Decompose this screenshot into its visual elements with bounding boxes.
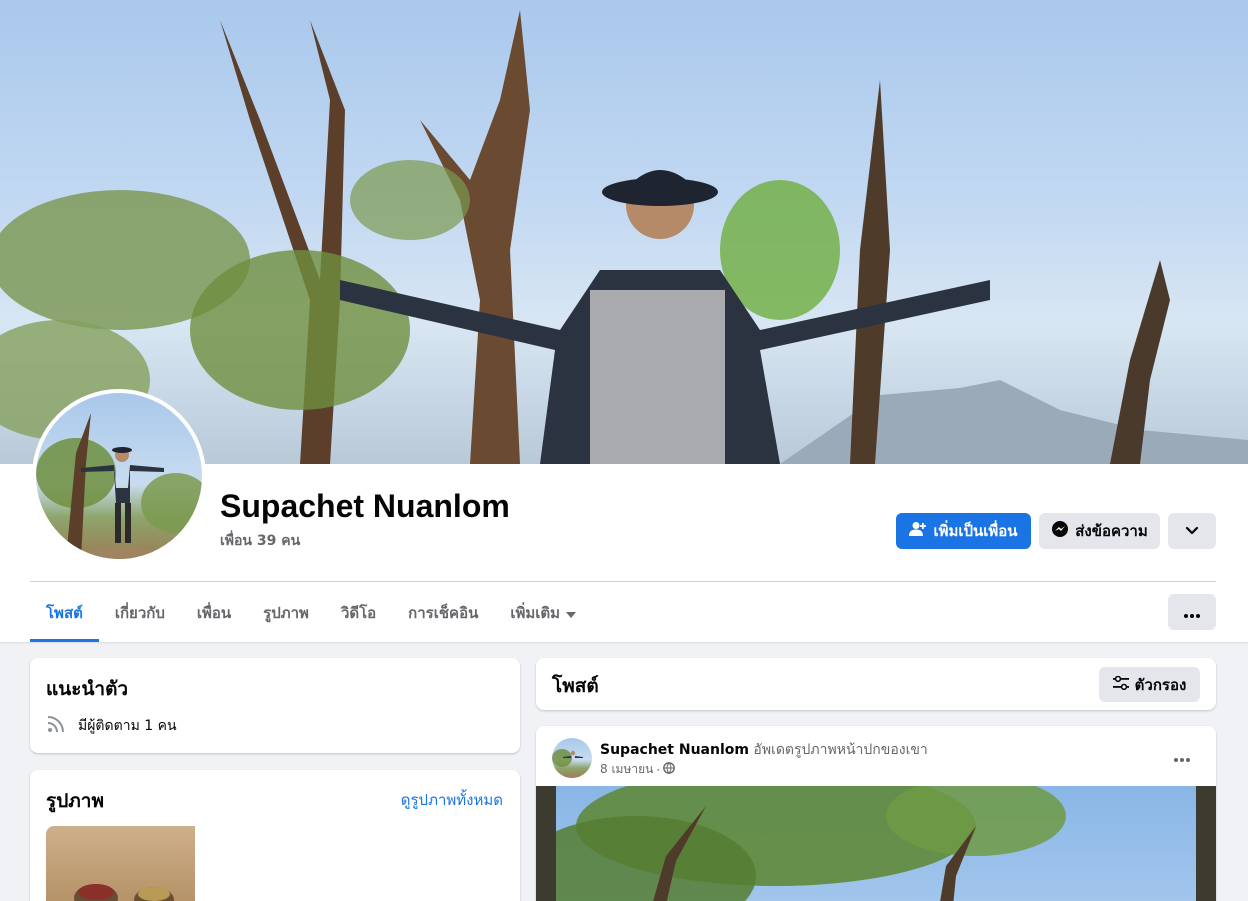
post-options-button[interactable]: [1166, 742, 1198, 770]
filter-button[interactable]: ตัวกรอง: [1099, 667, 1200, 702]
post-card: Supachet Nuanlom อัพเดตรูปภาพหน้าปกของเข…: [536, 726, 1216, 901]
profile-name: Supachet Nuanlom: [220, 488, 510, 524]
photo-thumbnail-illustration: [74, 884, 174, 901]
intro-card: แนะนำตัว มีผู้ติดตาม 1 คน: [30, 658, 520, 753]
ellipsis-icon: [1174, 747, 1190, 766]
sliders-icon: [1112, 675, 1129, 694]
post-author-avatar[interactable]: [552, 738, 592, 778]
photos-title: รูปภาพ: [46, 790, 104, 812]
see-all-photos-link[interactable]: ดูรูปภาพทั้งหมด: [401, 788, 503, 812]
tabs-more-button[interactable]: [1168, 594, 1216, 630]
post-meta: 8 เมษายน ·: [600, 760, 676, 779]
posts-title: โพสต์: [552, 675, 599, 697]
chevron-down-icon: [1185, 522, 1199, 540]
post-image-illustration: [556, 786, 1066, 901]
friends-count[interactable]: เพื่อน 39 คน: [220, 530, 300, 552]
post-meta-separator: ·: [656, 762, 661, 777]
intro-title: แนะนำตัว: [46, 678, 129, 700]
photos-card: รูปภาพ ดูรูปภาพทั้งหมด: [30, 770, 520, 901]
profile-header: Supachet Nuanlom เพื่อน 39 คน เพิ่มเป็นเ…: [0, 0, 1248, 642]
followers-row: มีผู้ติดตาม 1 คน: [46, 714, 177, 738]
messenger-icon: [1051, 520, 1069, 542]
post-author-name[interactable]: Supachet Nuanlom: [600, 742, 749, 758]
avatar: [36, 393, 202, 559]
profile-tabs: โพสต์ เกี่ยวกับ เพื่อน รูปภาพ วิดีโอ การ…: [30, 584, 592, 642]
post-image-content: [556, 786, 1196, 901]
tab-videos[interactable]: วิดีโอ: [325, 584, 392, 642]
followers-text: มีผู้ติดตาม 1 คน: [78, 718, 177, 734]
header-divider: [30, 581, 1216, 582]
post-image[interactable]: [536, 786, 1216, 901]
add-friend-label: เพิ่มเป็นเพื่อน: [933, 522, 1018, 540]
tab-checkins[interactable]: การเช็คอิน: [392, 584, 494, 642]
profile-picture[interactable]: [32, 389, 206, 563]
ellipsis-icon: [1184, 603, 1200, 622]
profile-options-button[interactable]: [1168, 513, 1216, 549]
add-friend-button[interactable]: เพิ่มเป็นเพื่อน: [896, 513, 1031, 549]
caret-down-icon: [566, 604, 577, 622]
photo-thumbnail[interactable]: [46, 826, 195, 901]
rss-icon: [46, 714, 66, 738]
tab-about[interactable]: เกี่ยวกับ: [99, 584, 181, 642]
posts-header-card: โพสต์ ตัวกรอง: [536, 658, 1216, 710]
filter-label: ตัวกรอง: [1134, 675, 1187, 694]
tab-friends[interactable]: เพื่อน: [181, 584, 247, 642]
post-action-text: อัพเดตรูปภาพหน้าปกของเขา: [753, 742, 928, 758]
tab-more[interactable]: เพิ่มเติม: [494, 584, 592, 642]
tab-posts[interactable]: โพสต์: [30, 584, 99, 642]
post-avatar-illustration: [552, 749, 586, 778]
message-label: ส่งข้อความ: [1075, 522, 1148, 540]
avatar-illustration: [36, 413, 202, 559]
tab-photos[interactable]: รูปภาพ: [247, 584, 325, 642]
post-date[interactable]: 8 เมษายน: [600, 760, 653, 779]
globe-icon: [663, 762, 676, 777]
message-button[interactable]: ส่งข้อความ: [1039, 513, 1160, 549]
post-headline: Supachet Nuanlom อัพเดตรูปภาพหน้าปกของเข…: [600, 739, 928, 761]
user-plus-icon: [909, 521, 927, 541]
